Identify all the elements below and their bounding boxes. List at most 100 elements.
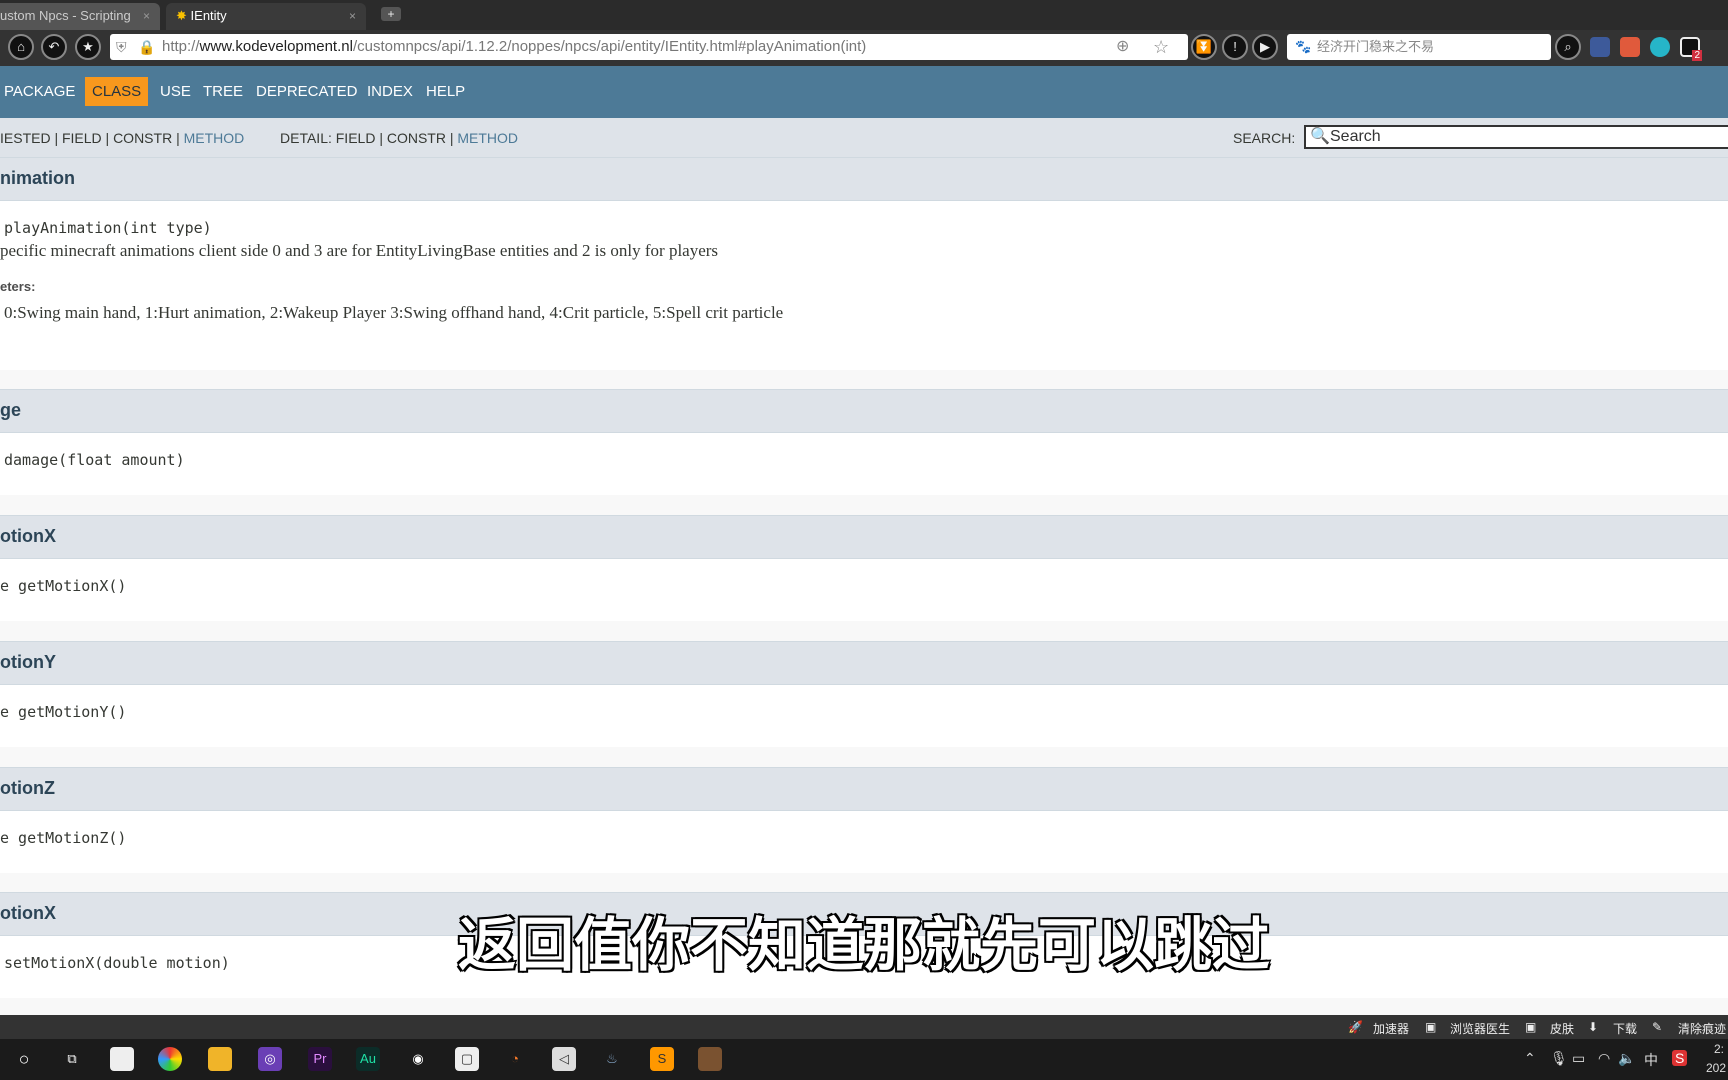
url-path: /customnpcs/api/1.12.2/noppes/npcs/api/e…	[352, 38, 867, 55]
search-placeholder: Search	[1330, 128, 1381, 145]
new-tab-button[interactable]: +	[381, 7, 401, 21]
back-icon[interactable]: ↶	[41, 34, 67, 60]
nav-package[interactable]: PACKAGE	[4, 83, 75, 100]
url-domain: www.kodevelopment.nl	[199, 38, 353, 55]
method-signature: e getMotionZ()	[0, 829, 127, 847]
nav-deprecated[interactable]: DEPRECATED	[256, 83, 357, 100]
browser-icon[interactable]	[158, 1047, 182, 1071]
status-clear-traces[interactable]: 清除痕迹	[1678, 1020, 1726, 1037]
wifi-icon[interactable]: ◠	[1598, 1050, 1610, 1067]
search-input[interactable]: 🔍 Search	[1304, 125, 1728, 149]
steam-icon[interactable]: ♨	[600, 1047, 624, 1071]
sub-nav: IESTED | FIELD | CONSTR | METHOD DETAIL:…	[0, 118, 1728, 157]
method-section: otionX e getMotionX()	[0, 515, 1728, 641]
method-section: nimation playAnimation(int type) pecific…	[0, 157, 1728, 389]
nav-use[interactable]: USE	[160, 83, 191, 100]
chat-icon[interactable]: ▢	[455, 1047, 479, 1071]
nav-index[interactable]: INDEX	[367, 83, 413, 100]
folder-icon[interactable]	[208, 1047, 232, 1071]
tab-ientity[interactable]: ✸ IEntity ×	[166, 3, 366, 30]
clock-time[interactable]: 2:	[1714, 1042, 1724, 1056]
search-icon[interactable]: ⌕	[1555, 34, 1581, 60]
broom-icon: ✎	[1652, 1020, 1663, 1034]
tab-label: IEntity	[190, 8, 227, 23]
method-section: otionY e getMotionY()	[0, 641, 1728, 767]
method-section: ge damage(float amount)	[0, 389, 1728, 515]
badge-count: 2	[1692, 50, 1702, 61]
battery-icon[interactable]: ▭	[1572, 1050, 1585, 1067]
nav-help[interactable]: HELP	[426, 83, 465, 100]
method-section: otionZ e getMotionZ()	[0, 767, 1728, 893]
blender-icon[interactable]: ◔	[503, 1047, 527, 1071]
video-subtitle: 返回值你不知道那就先可以跳过	[457, 910, 1271, 980]
parameter-description: 0:Swing main hand, 1:Hurt animation, 2:W…	[4, 303, 784, 322]
chevron-up-icon[interactable]: ⌃	[1524, 1050, 1536, 1067]
unity-icon[interactable]: ◁	[552, 1047, 576, 1071]
app-icon[interactable]: ◎	[258, 1047, 282, 1071]
nav-tree[interactable]: TREE	[203, 83, 243, 100]
shirt-icon: ▣	[1525, 1020, 1537, 1034]
task-view-icon[interactable]: ⧉	[60, 1047, 84, 1071]
tab-bar: ustom Npcs - Scripting × ✸ IEntity × +	[0, 0, 1728, 30]
shield-icon: ⛨	[116, 39, 127, 55]
microphone-icon[interactable]: 🎙	[1550, 1050, 1568, 1067]
obs-icon[interactable]: ◉	[406, 1047, 430, 1071]
detail-links[interactable]: DETAIL: FIELD | CONSTR |	[280, 130, 457, 146]
bookmark-star-icon[interactable]: ☆	[1153, 34, 1169, 60]
info-icon[interactable]	[1650, 37, 1670, 57]
search-icon: 🔍	[1310, 128, 1330, 145]
status-skin[interactable]: 皮肤	[1550, 1020, 1574, 1037]
url-input[interactable]: ⛨ 🔒 http://www.kodevelopment.nl/customnp…	[110, 34, 1188, 60]
taskbar: ○ ⧉ ◎ Pr Au ◉ ▢ ◔ ◁ ♨ S ⌃ 🎙 ▭ ◠ 🔈 中 S 2:…	[0, 1039, 1728, 1080]
extension-icon[interactable]	[1590, 37, 1610, 57]
download-icon: ⬇	[1588, 1020, 1599, 1034]
summary-method: METHOD	[183, 130, 245, 146]
method-title: ge	[0, 389, 1728, 433]
method-description: pecific minecraft animations client side…	[0, 241, 719, 260]
browser-search-input[interactable]: 🐾 经济开门稳来之不易	[1287, 34, 1551, 60]
sogou-icon[interactable]: S	[1672, 1050, 1688, 1066]
tab-custom-npcs[interactable]: ustom Npcs - Scripting ×	[0, 3, 160, 30]
play-icon[interactable]: ▶	[1252, 34, 1278, 60]
baidu-paw-icon: 🐾	[1295, 39, 1312, 54]
status-browser-doctor[interactable]: 浏览器医生	[1450, 1020, 1510, 1037]
close-icon[interactable]: ×	[143, 9, 150, 23]
sublime-icon[interactable]: S	[650, 1047, 674, 1071]
clock-date[interactable]: 202	[1706, 1061, 1726, 1075]
search-label: SEARCH:	[1233, 130, 1296, 146]
close-icon[interactable]: ×	[349, 9, 356, 23]
ime-indicator[interactable]: 中	[1644, 1050, 1658, 1070]
method-title: otionZ	[0, 767, 1728, 811]
summary-links[interactable]: IESTED | FIELD | CONSTR |	[0, 130, 184, 146]
method-signature: damage(float amount)	[4, 451, 185, 469]
method-title: otionY	[0, 641, 1728, 685]
doctor-icon: ▣	[1425, 1020, 1437, 1034]
audition-icon[interactable]: Au	[356, 1047, 380, 1071]
search-placeholder: 经济开门稳来之不易	[1317, 39, 1435, 54]
browser-status-bar: 🚀 加速器 ▣ 浏览器医生 ▣ 皮肤 ⬇ 下载 ✎ 清除痕迹	[0, 1015, 1728, 1039]
home-icon[interactable]: ⌂	[8, 34, 34, 60]
minecraft-icon[interactable]	[698, 1047, 722, 1071]
cortana-icon[interactable]: ○	[12, 1047, 36, 1071]
bug-icon: ✸	[176, 8, 187, 23]
method-signature: e getMotionX()	[0, 577, 127, 595]
gamepad-icon[interactable]	[1620, 37, 1640, 57]
detail-method: METHOD	[457, 130, 519, 146]
zoom-icon[interactable]: ⊕	[1116, 34, 1129, 60]
volume-icon[interactable]: 🔈	[1618, 1050, 1635, 1067]
method-title: otionX	[0, 515, 1728, 559]
method-signature: e getMotionY()	[0, 703, 127, 721]
extension-badge-icon[interactable]: 2	[1680, 37, 1702, 61]
status-download[interactable]: 下载	[1613, 1020, 1637, 1037]
status-accelerator[interactable]: 加速器	[1373, 1020, 1409, 1037]
method-signature: playAnimation(int type)	[4, 219, 212, 237]
file-icon[interactable]	[110, 1047, 134, 1071]
premiere-icon[interactable]: Pr	[308, 1047, 332, 1071]
download-icon[interactable]: ⏬	[1191, 34, 1217, 60]
star-icon[interactable]: ★	[75, 34, 101, 60]
tab-label: ustom Npcs - Scripting	[0, 8, 131, 23]
top-nav: PACKAGE CLASS USE TREE DEPRECATED INDEX …	[0, 66, 1728, 118]
tool-icon[interactable]: !	[1222, 34, 1248, 60]
url-prefix: http://	[162, 38, 200, 55]
nav-class[interactable]: CLASS	[85, 77, 149, 106]
